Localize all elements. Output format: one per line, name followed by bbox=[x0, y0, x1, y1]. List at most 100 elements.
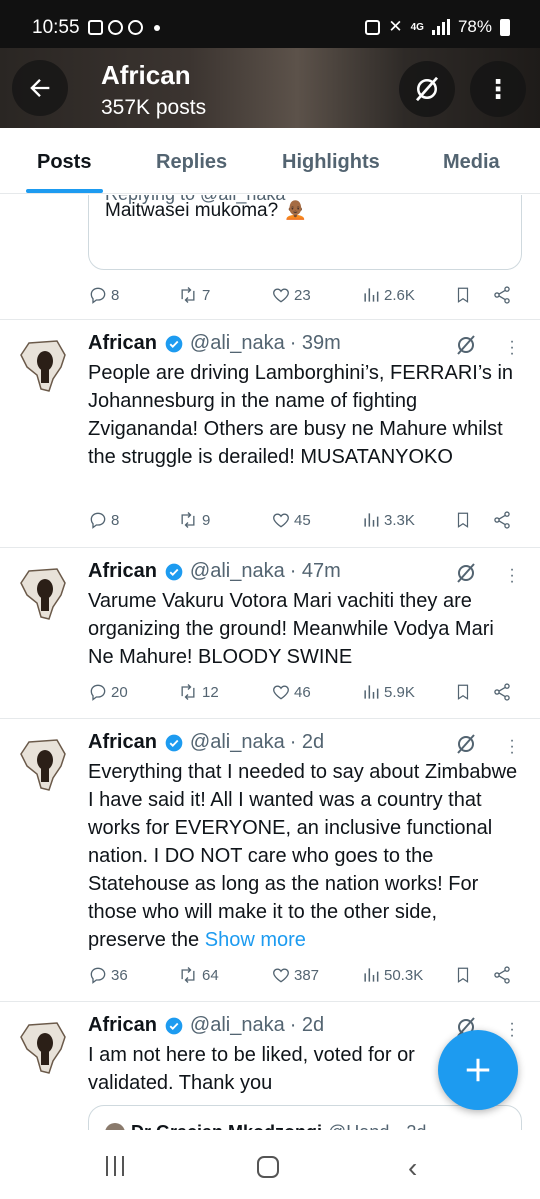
divider bbox=[0, 547, 540, 548]
bookmark-button[interactable] bbox=[454, 682, 472, 702]
grok-icon[interactable] bbox=[454, 732, 478, 756]
share-icon bbox=[494, 966, 510, 984]
view-count: 3.3K bbox=[384, 511, 415, 529]
reply-button[interactable]: 8 bbox=[88, 285, 119, 305]
views-icon bbox=[364, 288, 379, 302]
author-name[interactable]: African bbox=[88, 1014, 157, 1037]
post-count: 357K posts bbox=[101, 96, 207, 119]
compose-button[interactable] bbox=[438, 1030, 518, 1110]
reply-count: 20 bbox=[111, 683, 128, 701]
system-icons: ✕ 4G 78% bbox=[365, 17, 510, 37]
repost-count: 64 bbox=[202, 966, 219, 984]
share-button[interactable] bbox=[492, 965, 512, 985]
bookmark-button[interactable] bbox=[454, 285, 472, 305]
quoted-post-time: · 2d bbox=[395, 1122, 426, 1130]
like-button[interactable]: 45 bbox=[271, 510, 311, 530]
grok-icon[interactable] bbox=[454, 561, 478, 585]
quoted-author-row: Dr Gracian Mkodzongi @Hand · 2d bbox=[105, 1122, 426, 1130]
views-button[interactable]: 3.3K bbox=[361, 510, 415, 530]
battery-icon bbox=[500, 18, 510, 36]
author-handle[interactable]: @ali_naka bbox=[190, 332, 285, 355]
back-button[interactable] bbox=[12, 60, 68, 116]
post-more-icon[interactable]: · · · bbox=[509, 1016, 515, 1044]
post-actions: 8 9 45 3.3K bbox=[88, 510, 520, 534]
author-handle[interactable]: @ali_naka bbox=[190, 560, 285, 583]
grok-icon[interactable] bbox=[454, 333, 478, 357]
post-author-row: African @ali_naka · 39m bbox=[88, 332, 341, 355]
tab-highlights[interactable]: Highlights bbox=[282, 151, 380, 174]
view-count: 2.6K bbox=[384, 286, 415, 304]
author-handle[interactable]: @ali_naka bbox=[190, 731, 285, 754]
back-nav-button[interactable]: ‹ bbox=[408, 1152, 417, 1184]
repost-icon bbox=[181, 684, 195, 700]
like-count: 45 bbox=[294, 511, 311, 529]
views-button[interactable]: 50.3K bbox=[361, 965, 423, 985]
reply-button[interactable]: 8 bbox=[88, 510, 119, 530]
views-button[interactable]: 2.6K bbox=[361, 285, 415, 305]
more-notifications-icon bbox=[154, 25, 160, 31]
status-time: 10:55 bbox=[32, 17, 80, 38]
author-name[interactable]: African bbox=[88, 731, 157, 754]
reply-icon bbox=[90, 512, 106, 529]
more-button[interactable]: ⋮ bbox=[470, 61, 526, 117]
timeline[interactable]: Replying to @ali_naka Maitwasei mukoma? … bbox=[0, 195, 540, 1130]
reply-count: 8 bbox=[111, 286, 120, 304]
share-icon bbox=[494, 683, 510, 701]
bookmark-icon bbox=[457, 967, 469, 983]
post-time: · 2d bbox=[289, 731, 325, 753]
show-more-link[interactable]: Show more bbox=[205, 929, 306, 951]
repost-button[interactable]: 12 bbox=[177, 682, 219, 702]
like-button[interactable]: 23 bbox=[271, 285, 311, 305]
post-author-row: African @ali_naka · 47m bbox=[88, 560, 341, 583]
avatar[interactable] bbox=[13, 563, 75, 625]
grok-button[interactable] bbox=[399, 61, 455, 117]
avatar[interactable] bbox=[13, 335, 75, 397]
avatar[interactable] bbox=[13, 734, 75, 796]
avatar[interactable] bbox=[13, 1017, 75, 1079]
repost-button[interactable]: 64 bbox=[177, 965, 219, 985]
views-button[interactable]: 5.9K bbox=[361, 682, 415, 702]
author-handle[interactable]: @ali_naka bbox=[190, 1014, 285, 1037]
home-button[interactable] bbox=[257, 1156, 279, 1178]
plus-icon bbox=[466, 1058, 490, 1082]
reply-count: 8 bbox=[111, 511, 120, 529]
bookmark-icon bbox=[457, 287, 469, 303]
bookmark-button[interactable] bbox=[454, 510, 472, 530]
tab-replies[interactable]: Replies bbox=[156, 151, 227, 174]
share-button[interactable] bbox=[492, 285, 512, 305]
author-name[interactable]: African bbox=[88, 332, 157, 355]
post-time: · 47m bbox=[289, 560, 341, 582]
repost-icon bbox=[181, 512, 195, 528]
repost-button[interactable]: 7 bbox=[177, 285, 210, 305]
bookmark-button[interactable] bbox=[454, 965, 472, 985]
reply-button[interactable]: 20 bbox=[88, 682, 128, 702]
verified-badge-icon bbox=[165, 563, 183, 580]
share-button[interactable] bbox=[492, 682, 512, 702]
grok-icon bbox=[415, 76, 439, 102]
repost-button[interactable]: 9 bbox=[177, 510, 210, 530]
post-author-row: African @ali_naka · 2d bbox=[88, 731, 324, 754]
quoted-post-card[interactable]: Replying to @ali_naka Maitwasei mukoma? … bbox=[88, 195, 522, 270]
like-button[interactable]: 387 bbox=[271, 965, 319, 985]
post-more-icon[interactable]: · · · bbox=[509, 562, 515, 590]
post-more-icon[interactable]: · · · bbox=[509, 733, 515, 761]
reply-button[interactable]: 36 bbox=[88, 965, 128, 985]
share-button[interactable] bbox=[492, 510, 512, 530]
quoted-post-card[interactable]: Dr Gracian Mkodzongi @Hand · 2d bbox=[88, 1105, 522, 1130]
author-name[interactable]: African bbox=[88, 560, 157, 583]
post-actions: 8 7 23 2.6K bbox=[88, 285, 520, 309]
post-text: Everything that I needed to say about Zi… bbox=[88, 758, 518, 954]
active-tab-indicator bbox=[26, 189, 103, 193]
quoted-avatar bbox=[105, 1122, 125, 1130]
heart-icon bbox=[273, 685, 289, 700]
signal-icon bbox=[431, 19, 450, 35]
recent-apps-button[interactable] bbox=[106, 1156, 124, 1176]
post-more-icon[interactable]: · · · bbox=[509, 334, 515, 362]
tab-posts[interactable]: Posts bbox=[37, 151, 91, 174]
mute-icon: ✕ bbox=[388, 17, 403, 36]
like-count: 387 bbox=[294, 966, 320, 984]
tab-media[interactable]: Media bbox=[443, 151, 500, 174]
quoted-post-text: Maitwasei mukoma? 🧑🏾‍🦲 bbox=[105, 200, 308, 221]
repost-icon bbox=[181, 287, 195, 303]
like-button[interactable]: 46 bbox=[271, 682, 311, 702]
